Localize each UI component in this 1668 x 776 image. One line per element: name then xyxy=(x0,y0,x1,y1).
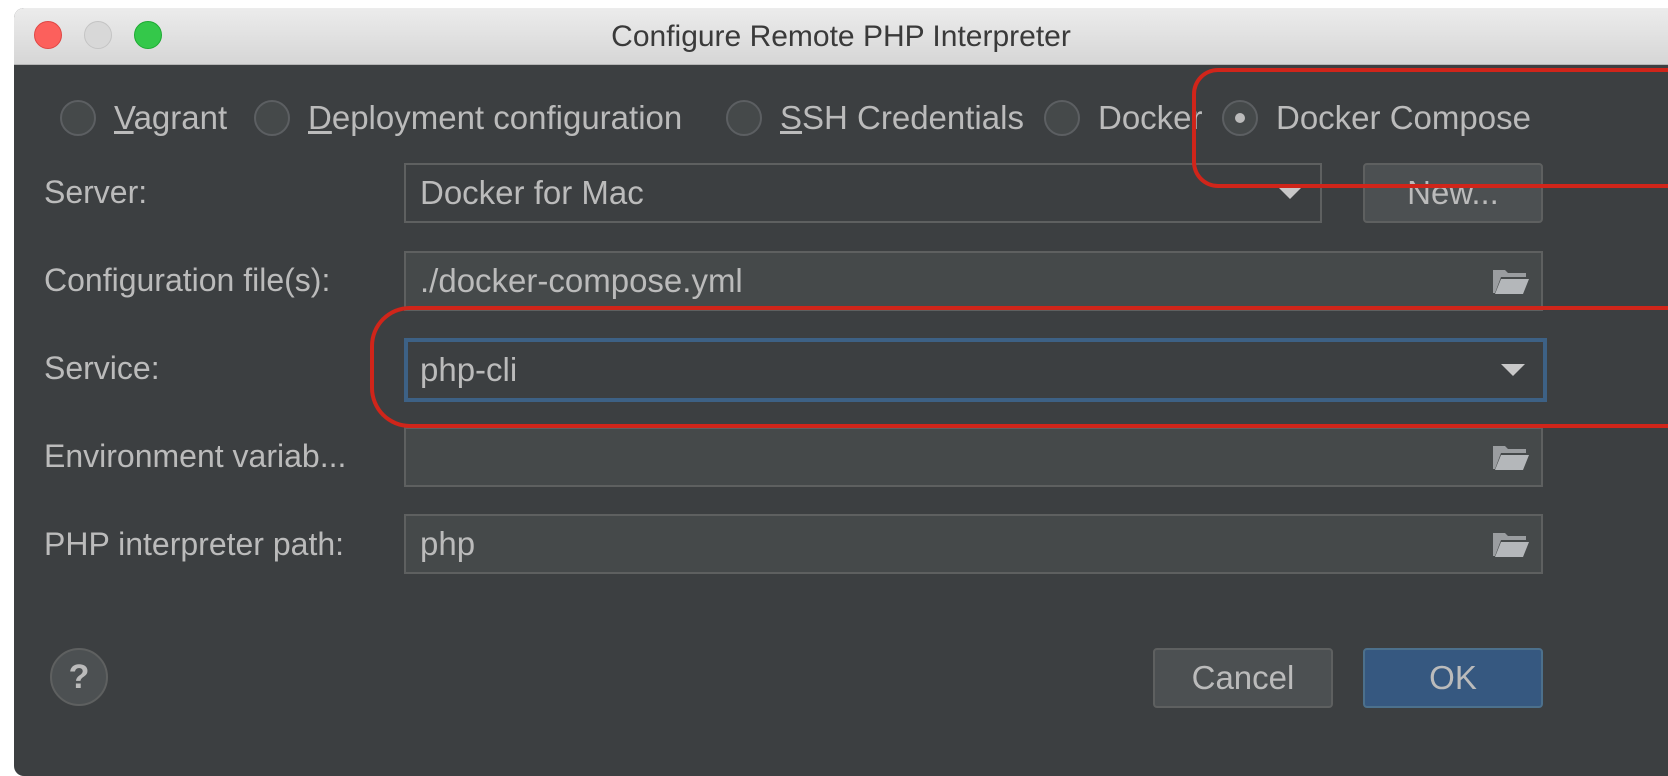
configuration-files-label: Configuration file(s): xyxy=(44,262,331,298)
server-value: Docker for Mac xyxy=(420,174,644,211)
folder-icon[interactable] xyxy=(1491,266,1531,296)
chevron-down-icon xyxy=(1278,187,1302,199)
configure-interpreter-dialog: Configure Remote PHP Interpreter Vagrant… xyxy=(14,8,1668,776)
radio-deployment-configuration[interactable]: Deployment configuration xyxy=(254,98,682,138)
server-label: Server: xyxy=(44,174,148,210)
radio-label-vagrant: Vagrant xyxy=(114,99,228,136)
configuration-files-value: ./docker-compose.yml xyxy=(420,262,743,299)
ok-button[interactable]: OK xyxy=(1363,648,1543,708)
server-select[interactable]: Docker for Mac xyxy=(404,163,1322,223)
radio-docker[interactable]: Docker xyxy=(1044,98,1203,138)
title-bar: Configure Remote PHP Interpreter xyxy=(14,8,1668,65)
new-server-button[interactable]: New... xyxy=(1363,163,1543,223)
radio-circle[interactable] xyxy=(1044,100,1080,136)
connection-type-radio-group: Vagrant Deployment configuration SSH Cre… xyxy=(14,98,1668,138)
cancel-button[interactable]: Cancel xyxy=(1153,648,1333,708)
radio-docker-compose[interactable]: Docker Compose xyxy=(1222,98,1531,138)
chevron-down-icon xyxy=(1501,364,1525,376)
service-select[interactable]: php-cli xyxy=(404,338,1547,402)
radio-label-docker-compose: Docker Compose xyxy=(1276,99,1531,136)
radio-ssh-credentials[interactable]: SSH Credentials xyxy=(726,98,1024,138)
folder-icon[interactable] xyxy=(1491,529,1531,559)
radio-label-deployment-configuration: Deployment configuration xyxy=(308,99,683,136)
environment-variables-field[interactable] xyxy=(404,427,1543,487)
php-interpreter-path-value: php xyxy=(420,525,476,562)
service-label: Service: xyxy=(44,350,160,386)
help-icon[interactable]: ? xyxy=(50,648,108,706)
radio-vagrant[interactable]: Vagrant xyxy=(60,98,227,138)
environment-variables-label: Environment variab... xyxy=(44,438,347,474)
radio-circle[interactable] xyxy=(60,100,96,136)
php-interpreter-path-label: PHP interpreter path: xyxy=(44,526,345,562)
radio-circle[interactable] xyxy=(254,100,290,136)
radio-circle[interactable] xyxy=(726,100,762,136)
php-interpreter-path-field[interactable]: php xyxy=(404,514,1543,574)
service-value: php-cli xyxy=(420,351,518,388)
radio-label-ssh-credentials: SSH Credentials xyxy=(780,99,1024,136)
radio-circle-selected[interactable] xyxy=(1222,100,1258,136)
folder-icon[interactable] xyxy=(1491,442,1531,472)
radio-label-docker: Docker xyxy=(1098,99,1203,136)
configuration-files-field[interactable]: ./docker-compose.yml xyxy=(404,251,1543,311)
radio-selected-dot xyxy=(1235,113,1245,123)
window-title: Configure Remote PHP Interpreter xyxy=(611,20,1071,53)
